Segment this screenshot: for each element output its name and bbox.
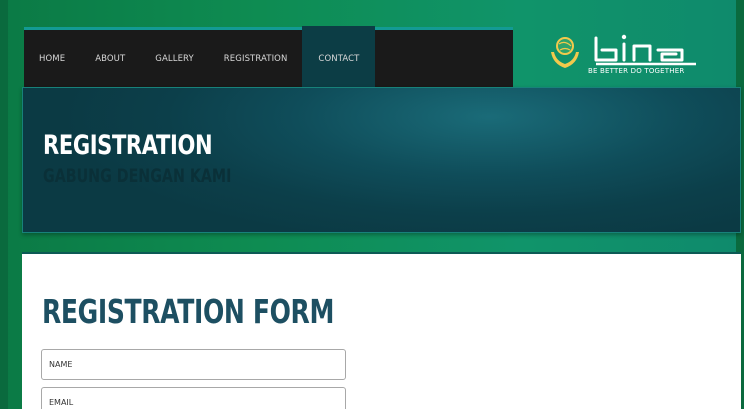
logo-tagline: BE BETTER DO TOGETHER: [588, 67, 685, 75]
email-input[interactable]: [41, 387, 346, 409]
nav-item-about[interactable]: ABOUT: [80, 29, 140, 89]
registration-content: REGISTRATION FORM: [22, 252, 741, 409]
page-edge-left: [0, 0, 8, 409]
nav-item-contact[interactable]: CONTACT: [302, 25, 376, 89]
nav-item-home[interactable]: HOME: [24, 29, 80, 89]
main-nav: HOME ABOUT GALLERY REGISTRATION CONTACT: [24, 25, 513, 89]
name-input[interactable]: [41, 349, 346, 380]
hero-title: REGISTRATION: [43, 130, 213, 161]
form-title: REGISTRATION FORM: [42, 292, 335, 331]
hero-banner: REGISTRATION GABUNG DENGAN KAMI: [22, 87, 741, 233]
nav-item-gallery[interactable]: GALLERY: [140, 29, 209, 89]
hero-subtitle: GABUNG DENGAN KAMI: [43, 165, 232, 187]
nav-item-registration[interactable]: REGISTRATION: [209, 29, 303, 89]
